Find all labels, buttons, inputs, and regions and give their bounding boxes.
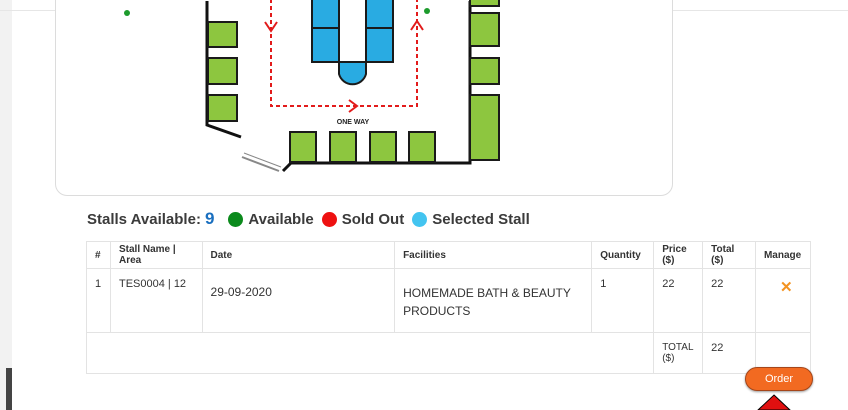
- cell-price: 22: [653, 268, 704, 333]
- stall[interactable]: [469, 12, 500, 47]
- cell-date: 29-09-2020: [201, 268, 396, 333]
- stall[interactable]: [207, 57, 238, 85]
- stall[interactable]: [469, 57, 500, 85]
- legend-label: Available: [248, 210, 314, 228]
- empty-cell: [110, 332, 203, 374]
- stall-column-right[interactable]: [469, 0, 500, 161]
- stall-legend: Stalls Available: 9 Available Sold Out S…: [87, 209, 538, 229]
- legend-item-selected: Selected Stall: [412, 211, 530, 228]
- header-total: Total ($): [702, 241, 756, 269]
- empty-cell: [591, 332, 655, 374]
- stall[interactable]: [365, 0, 394, 29]
- total-value: 22: [702, 332, 756, 374]
- left-edge-strip: [0, 0, 12, 410]
- one-way-path: [270, 0, 418, 107]
- stalls-available-label: Stalls Available:: [87, 210, 201, 228]
- marker-dot: [424, 8, 430, 14]
- stall[interactable]: [338, 61, 367, 86]
- floor-plan-map: ONE WAY: [124, 0, 500, 173]
- stall-block-center[interactable]: [311, 0, 394, 86]
- table-header-row: # Stall Name | Area Date Facilities Quan…: [86, 241, 812, 269]
- table-total-row: TOTAL ($) 22: [86, 332, 812, 374]
- cell-stall: TES0004 | 12: [109, 268, 203, 333]
- one-way-label: ONE WAY: [337, 119, 370, 126]
- total-label: TOTAL ($): [653, 332, 704, 374]
- header-manage: Manage: [754, 241, 812, 269]
- stall[interactable]: [408, 131, 436, 163]
- cell-quantity: 1: [591, 268, 655, 333]
- stall[interactable]: [289, 131, 317, 163]
- floor-plan-card: ONE WAY: [55, 0, 673, 196]
- available-dot-icon: [228, 211, 244, 227]
- empty-cell: [394, 332, 592, 374]
- header-stall: Stall Name | Area: [109, 241, 203, 269]
- empty-cell: [86, 332, 111, 374]
- stall-row-bottom[interactable]: [289, 131, 436, 163]
- selected-dot-icon: [412, 211, 428, 227]
- cell-manage: ✕: [754, 268, 812, 333]
- header-price: Price ($): [653, 241, 704, 269]
- stall[interactable]: [469, 94, 500, 161]
- stall[interactable]: [369, 131, 397, 163]
- legend-item-sold-out: Sold Out: [321, 210, 405, 228]
- header-facilities: Facilities: [394, 241, 593, 269]
- order-button[interactable]: Order: [745, 367, 813, 391]
- stall[interactable]: [365, 27, 394, 63]
- cell-facilities: HOMEMADE BATH & BEAUTY PRODUCTS: [394, 268, 593, 333]
- stall[interactable]: [469, 0, 500, 7]
- edge-marker: [6, 368, 12, 410]
- stalls-available-count: 9: [204, 209, 215, 228]
- marker-dot: [124, 10, 130, 16]
- stall[interactable]: [329, 131, 357, 163]
- sold-out-dot-icon: [321, 211, 337, 227]
- stall[interactable]: [207, 94, 238, 122]
- close-icon[interactable]: ✕: [780, 278, 793, 296]
- header-date: Date: [201, 241, 396, 269]
- stall-column-left[interactable]: [207, 21, 238, 122]
- empty-cell: [202, 332, 395, 374]
- table-row: 1 TES0004 | 12 29-09-2020 HOMEMADE BATH …: [86, 268, 812, 333]
- stall[interactable]: [207, 21, 238, 48]
- legend-label: Selected Stall: [432, 210, 530, 228]
- cell-total: 22: [702, 268, 756, 333]
- stall[interactable]: [311, 27, 340, 63]
- pointer-arrow-icon: [757, 394, 791, 410]
- cart-table: # Stall Name | Area Date Facilities Quan…: [86, 241, 812, 374]
- header-index: #: [86, 241, 111, 269]
- header-quantity: Quantity: [591, 241, 655, 269]
- cell-index: 1: [86, 268, 111, 333]
- stall[interactable]: [311, 0, 340, 29]
- legend-item-available: Available: [228, 210, 314, 228]
- legend-label: Sold Out: [341, 210, 405, 228]
